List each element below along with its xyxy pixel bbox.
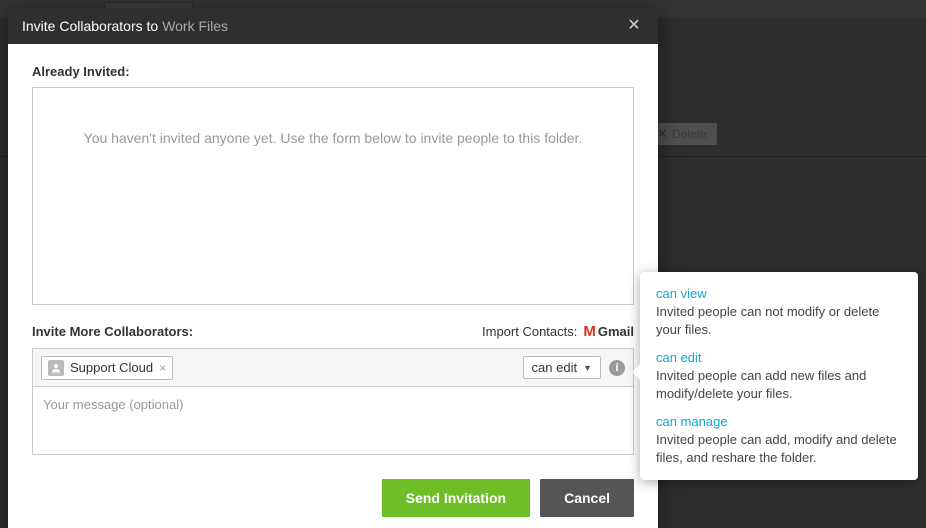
already-invited-label: Already Invited:: [32, 64, 634, 79]
permissions-tooltip: can view Invited people can not modify o…: [640, 272, 918, 480]
collaborator-chip-label: Support Cloud: [70, 360, 153, 375]
close-icon[interactable]: ✕: [624, 18, 644, 34]
gmail-icon: M: [583, 323, 596, 340]
modal-title-folder: Work Files: [162, 18, 228, 34]
tooltip-desc: Invited people can add, modify and delet…: [656, 431, 902, 466]
modal-footer: Send Invitation Cancel: [8, 473, 658, 528]
collaborator-input-row[interactable]: Support Cloud × can edit ▼ i: [33, 349, 633, 387]
tooltip-desc: Invited people can not modify or delete …: [656, 303, 902, 338]
import-gmail-button[interactable]: M Gmail: [583, 323, 634, 340]
avatar-icon: [48, 360, 64, 376]
message-textarea[interactable]: [33, 387, 633, 449]
modal-title-prefix: Invite Collaborators to: [22, 18, 158, 34]
tooltip-desc: Invited people can add new files and mod…: [656, 367, 902, 402]
tooltip-title: can manage: [656, 414, 902, 429]
tooltip-title: can edit: [656, 350, 902, 365]
modal-header: Invite Collaborators to Work Files ✕: [8, 8, 658, 44]
already-invited-empty-text: You haven't invited anyone yet. Use the …: [84, 130, 583, 146]
modal-body: Already Invited: You haven't invited any…: [8, 44, 658, 473]
already-invited-box: You haven't invited anyone yet. Use the …: [32, 87, 634, 305]
invite-fields: Support Cloud × can edit ▼ i: [32, 348, 634, 455]
import-gmail-label: Gmail: [598, 324, 634, 339]
import-contacts-label: Import Contacts:: [482, 324, 577, 339]
collaborator-chip: Support Cloud ×: [41, 356, 173, 380]
info-icon[interactable]: i: [609, 360, 625, 376]
permission-select[interactable]: can edit ▼: [523, 356, 601, 379]
send-invitation-button[interactable]: Send Invitation: [382, 479, 530, 517]
chevron-down-icon: ▼: [583, 363, 592, 373]
chip-remove-icon[interactable]: ×: [159, 361, 166, 375]
invite-more-label: Invite More Collaborators:: [32, 324, 193, 339]
permission-select-label: can edit: [532, 360, 578, 375]
invite-more-row: Invite More Collaborators: Import Contac…: [32, 323, 634, 340]
tooltip-title: can view: [656, 286, 902, 301]
cancel-button[interactable]: Cancel: [540, 479, 634, 517]
invite-modal: Invite Collaborators to Work Files ✕ Alr…: [8, 8, 658, 528]
